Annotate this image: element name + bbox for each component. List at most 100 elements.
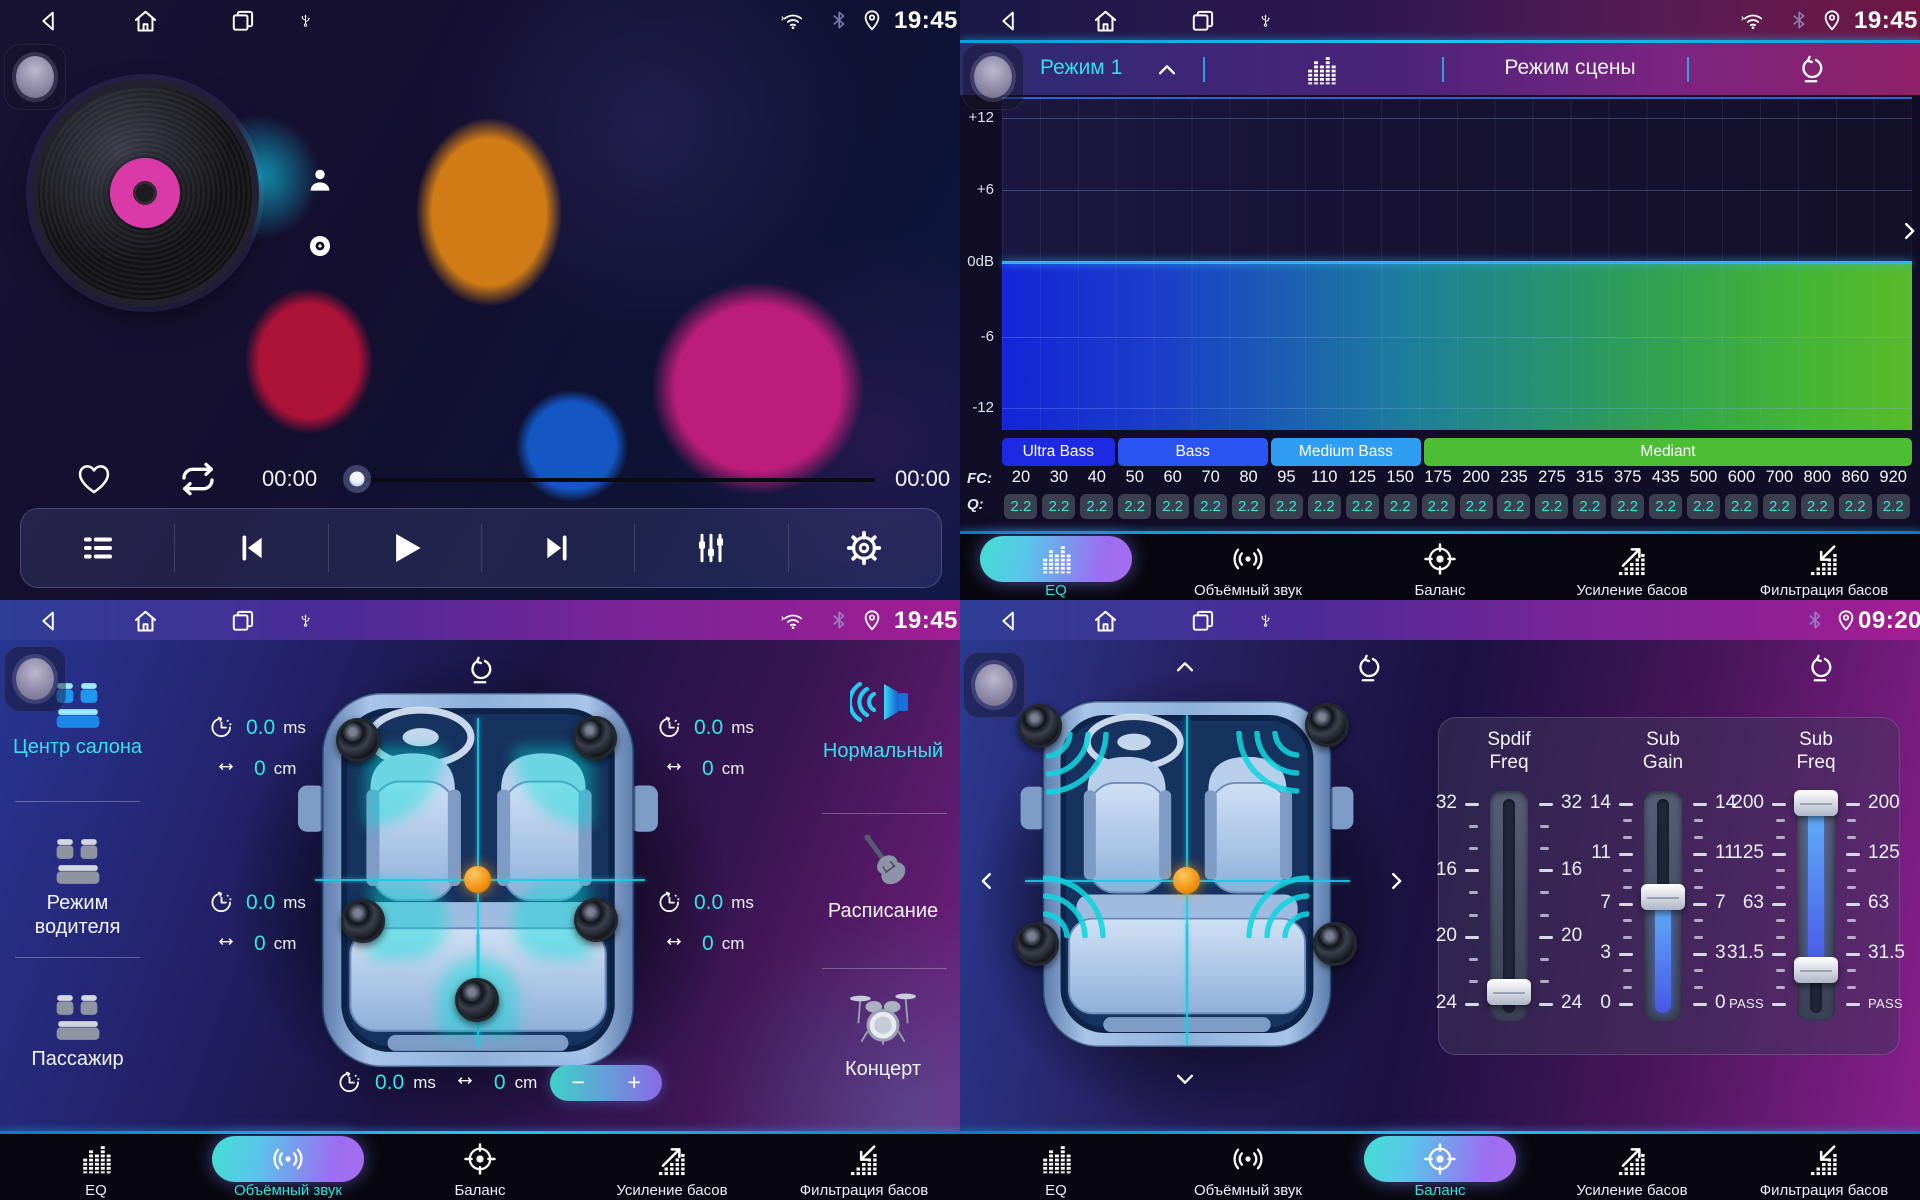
chevron-up-icon[interactable] [1170,656,1200,678]
delay-ms-value[interactable]: 0.0 [246,716,275,740]
q-value[interactable]: 2.2 [1078,494,1116,519]
progress-thumb[interactable] [343,465,371,493]
reset-icon[interactable] [1354,654,1382,682]
delay-cm-value[interactable]: 0 [254,932,266,956]
settings-button[interactable] [788,509,941,587]
position-driver-mode[interactable]: Режим водителя [10,838,145,939]
delay-ms-value[interactable]: 0.0 [246,891,275,915]
assistant-button[interactable] [4,646,66,712]
nav-item-4[interactable]: Фильтрация басов [1728,1134,1920,1200]
eq-bars-icon[interactable] [1305,54,1337,86]
nav-item-1[interactable]: Объёмный звук [192,1134,384,1200]
q-value[interactable]: 2.2 [1154,494,1192,519]
q-value[interactable]: 2.2 [1381,494,1419,519]
home-icon[interactable] [132,8,159,35]
reset-sliders-icon[interactable] [1806,654,1834,682]
band-pill-3[interactable]: Mediant [1424,438,1912,466]
reset-icon[interactable] [1797,55,1825,83]
band-pill-1[interactable]: Bass [1118,438,1268,466]
q-value[interactable]: 2.2 [1685,494,1723,519]
eq-curve-plot[interactable] [1002,97,1912,430]
assistant-button[interactable] [962,44,1024,110]
q-value[interactable]: 2.2 [1609,494,1647,519]
q-value[interactable]: 2.2 [1002,494,1040,519]
q-value[interactable]: 2.2 [1571,494,1609,519]
play-button[interactable] [328,509,481,587]
sub-ms-value[interactable]: 0.0 [375,1071,404,1095]
q-value[interactable]: 2.2 [1116,494,1154,519]
favorite-button[interactable] [74,460,114,498]
delay-ms-value[interactable]: 0.0 [694,891,723,915]
home-icon[interactable] [132,608,159,635]
delay-cm-value[interactable]: 0 [702,757,714,781]
assistant-button[interactable] [4,44,66,110]
recents-icon[interactable] [1190,8,1216,34]
home-icon[interactable] [1092,8,1119,35]
q-value[interactable]: 2.2 [1343,494,1381,519]
slider-thumb[interactable] [1794,790,1838,816]
slider-thumb[interactable] [1487,979,1531,1005]
q-value[interactable]: 2.2 [1267,494,1305,519]
slider-thumb[interactable] [1641,884,1685,910]
next-button[interactable] [481,509,634,587]
equalizer-button[interactable] [634,509,787,587]
minus-button[interactable]: − [550,1065,606,1101]
nav-item-4[interactable]: Фильтрация басов [768,1134,960,1200]
slider-thumb[interactable] [1794,957,1838,983]
q-value[interactable]: 2.2 [1836,494,1874,519]
q-value[interactable]: 2.2 [1533,494,1571,519]
nav-item-1[interactable]: Объёмный звук [1152,534,1344,600]
preset-schedule[interactable]: Расписание [808,828,958,923]
q-value[interactable]: 2.2 [1798,494,1836,519]
reset-icon[interactable] [466,656,494,684]
nav-item-0[interactable]: EQ [960,1134,1152,1200]
recents-icon[interactable] [230,608,256,634]
preset-concert[interactable]: Концерт [808,988,958,1081]
delay-cm-value[interactable]: 0 [702,932,714,956]
back-icon[interactable] [36,608,62,634]
delay-ms-value[interactable]: 0.0 [694,716,723,740]
q-value[interactable]: 2.2 [1419,494,1457,519]
q-value[interactable]: 2.2 [1305,494,1343,519]
nav-item-4[interactable]: Фильтрация басов [1728,534,1920,600]
sub-cm-value[interactable]: 0 [494,1071,506,1095]
q-value[interactable]: 2.2 [1647,494,1685,519]
band-pill-2[interactable]: Medium Bass [1271,438,1421,466]
chevron-left-icon[interactable] [976,866,998,896]
progress-track[interactable] [358,478,875,482]
back-icon[interactable] [996,8,1022,34]
nav-item-3[interactable]: Усиление басов [576,1134,768,1200]
nav-item-0[interactable]: EQ [0,1134,192,1200]
q-value[interactable]: 2.2 [1495,494,1533,519]
playlist-button[interactable] [21,509,174,587]
back-icon[interactable] [996,608,1022,634]
band-pill-0[interactable]: Ultra Bass [1002,438,1115,466]
listening-position-handle[interactable] [464,866,491,893]
chevron-up-icon[interactable] [1152,59,1182,81]
nav-item-3[interactable]: Усиление басов [1536,534,1728,600]
repeat-button[interactable] [177,459,219,499]
q-value[interactable]: 2.2 [1723,494,1761,519]
recents-icon[interactable] [230,8,256,34]
scene-mode-button[interactable]: Режим сцены [1500,56,1640,80]
q-value[interactable]: 2.2 [1192,494,1230,519]
assistant-button[interactable] [963,652,1025,718]
delay-cm-value[interactable]: 0 [254,757,266,781]
q-value[interactable]: 2.2 [1230,494,1268,519]
nav-item-2[interactable]: Баланс [1344,1134,1536,1200]
plus-button[interactable]: + [606,1065,662,1101]
next-page-chevron[interactable] [1898,216,1920,246]
q-value[interactable]: 2.2 [1457,494,1495,519]
back-icon[interactable] [36,8,62,34]
balance-position-handle[interactable] [1173,867,1200,894]
preset-normal[interactable]: Нормальный [808,676,958,763]
eq-mode-selector[interactable]: Режим 1 [1040,56,1122,80]
nav-item-2[interactable]: Баланс [384,1134,576,1200]
previous-button[interactable] [174,509,327,587]
nav-item-1[interactable]: Объёмный звук [1152,1134,1344,1200]
nav-item-3[interactable]: Усиление басов [1536,1134,1728,1200]
q-value[interactable]: 2.2 [1760,494,1798,519]
nav-item-2[interactable]: Баланс [1344,534,1536,600]
recents-icon[interactable] [1190,608,1216,634]
home-icon[interactable] [1092,608,1119,635]
